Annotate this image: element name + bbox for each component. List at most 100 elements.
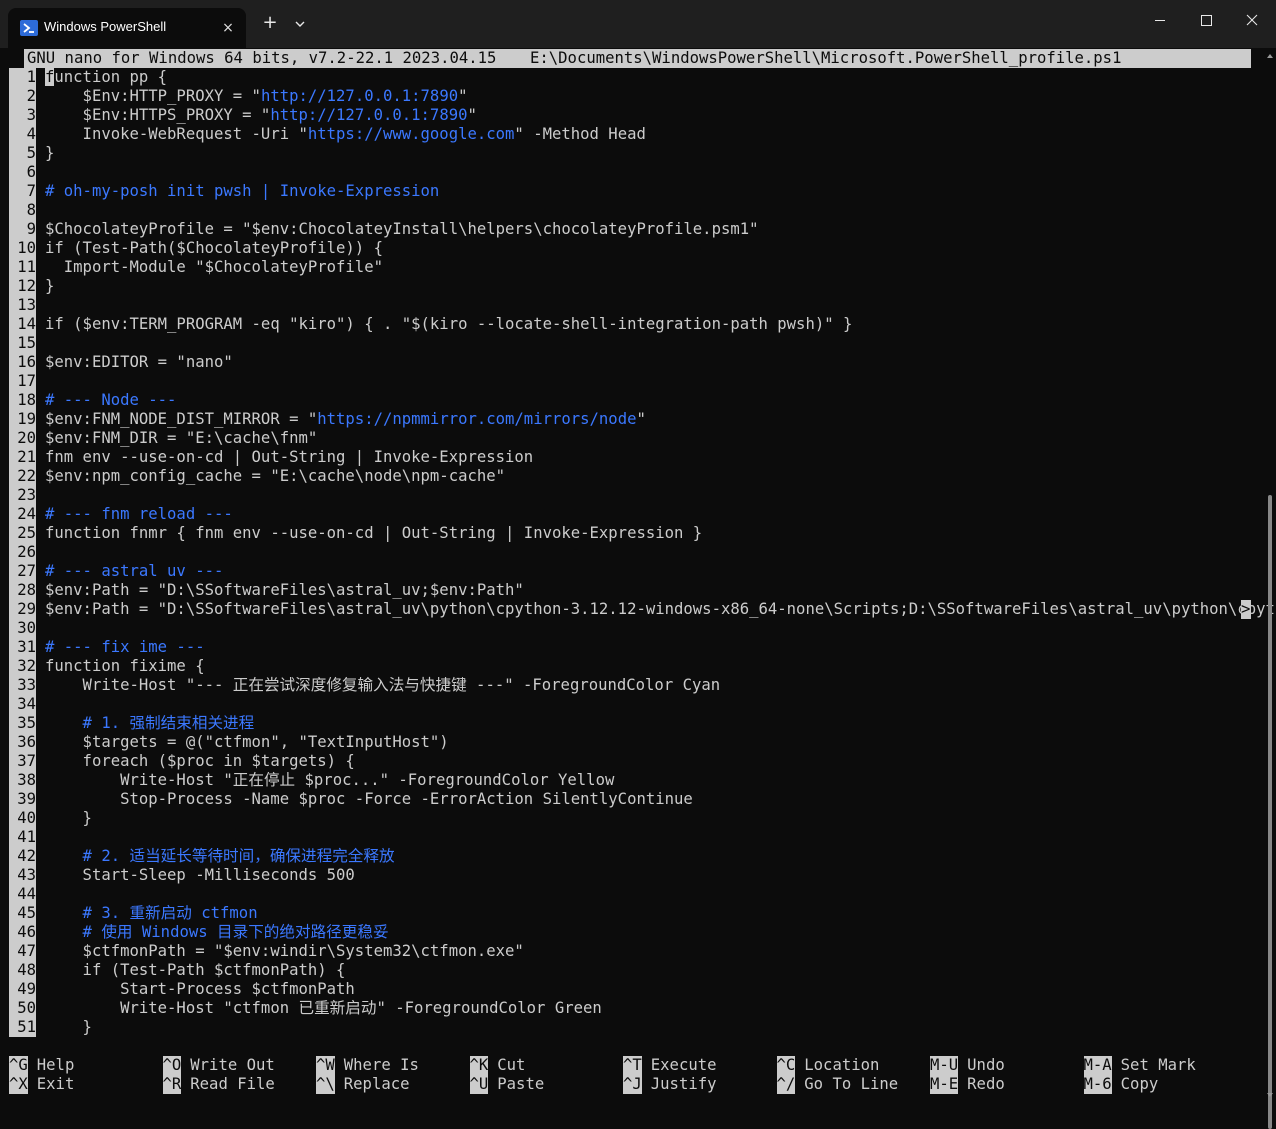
- line-number: 44: [17, 885, 36, 903]
- line-number: 6: [26, 163, 36, 181]
- code-text: $env:Path = "D:\SSoftwareFiles\astral_uv…: [45, 581, 524, 599]
- line-number: 20: [17, 429, 36, 447]
- shortcut-label: Justify: [650, 1075, 717, 1093]
- new-tab-button[interactable]: +: [258, 12, 282, 36]
- minimize-button[interactable]: [1137, 0, 1183, 42]
- code-line[interactable]: # --- fix ime ---: [45, 638, 205, 657]
- code-line[interactable]: }: [45, 144, 54, 163]
- code-line[interactable]: function fnmr { fnm env --use-on-cd | Ou…: [45, 524, 702, 543]
- code-line[interactable]: }: [45, 1018, 92, 1037]
- shortcut-label: Location: [804, 1056, 880, 1074]
- code-url: https://npmmirror.com/mirrors/node: [317, 410, 637, 428]
- code-line[interactable]: Write-Host "--- 正在尝试深度修复输入法与快捷键 ---" -Fo…: [45, 676, 721, 695]
- code-line[interactable]: # 1. 强制结束相关进程: [45, 714, 255, 733]
- shortcut-label: Undo: [967, 1056, 1005, 1074]
- scroll-up-icon[interactable]: [1266, 52, 1274, 60]
- code-comment: # 使用 Windows 目录下的绝对路径更稳妥: [45, 923, 389, 941]
- code-line[interactable]: # --- Node ---: [45, 391, 176, 410]
- code-line[interactable]: $ChocolateyProfile = "$env:ChocolateyIns…: [45, 220, 759, 239]
- code-text: $targets = @("ctfmon", "TextInputHost"): [45, 733, 449, 751]
- code-line[interactable]: fnm env --use-on-cd | Out-String | Invok…: [45, 448, 533, 467]
- shortcut-paste[interactable]: ^U Paste: [469, 1075, 545, 1094]
- shortcut-go-to-line[interactable]: ^/ Go To Line: [776, 1075, 898, 1094]
- shortcut-key: ^O: [162, 1056, 182, 1075]
- code-line[interactable]: Start-Process $ctfmonPath: [45, 980, 355, 999]
- code-text: Start-Process $ctfmonPath: [45, 980, 355, 998]
- shortcut-redo[interactable]: M-E Redo: [930, 1075, 1005, 1094]
- line-number: 5: [26, 144, 36, 162]
- code-line[interactable]: Write-Host "ctfmon 已重新启动" -ForegroundCol…: [45, 999, 602, 1018]
- shortcut-label: Cut: [497, 1056, 526, 1074]
- maximize-button[interactable]: [1183, 0, 1229, 42]
- shortcut-location[interactable]: ^C Location: [776, 1056, 880, 1075]
- code-line[interactable]: Invoke-WebRequest -Uri "https://www.goog…: [45, 125, 646, 144]
- code-line[interactable]: if (Test-Path $ctfmonPath) {: [45, 961, 346, 980]
- code-line[interactable]: # oh-my-posh init pwsh | Invoke-Expressi…: [45, 182, 439, 201]
- shortcut-label: Paste: [497, 1075, 545, 1093]
- code-line[interactable]: Start-Sleep -Milliseconds 500: [45, 866, 355, 885]
- scrollbar[interactable]: [1264, 48, 1276, 1129]
- code-line[interactable]: }: [45, 277, 54, 296]
- shortcut-set-mark[interactable]: M-A Set Mark: [1083, 1056, 1196, 1075]
- code-line[interactable]: Import-Module "$ChocolateyProfile": [45, 258, 383, 277]
- code-line[interactable]: foreach ($proc in $targets) {: [45, 752, 355, 771]
- code-line[interactable]: }: [45, 809, 92, 828]
- shortcut-key: ^K: [469, 1056, 489, 1075]
- code-line[interactable]: $env:EDITOR = "nano": [45, 353, 233, 372]
- line-number: 33: [17, 676, 36, 694]
- code-text: foreach ($proc in $targets) {: [45, 752, 355, 770]
- code-line[interactable]: $env:Path = "D:\SSoftwareFiles\astral_uv…: [45, 581, 524, 600]
- code-line[interactable]: function pp {: [45, 68, 167, 87]
- code-line[interactable]: $env:FNM_NODE_DIST_MIRROR = "https://npm…: [45, 410, 646, 429]
- line-number: 15: [17, 334, 36, 352]
- code-line[interactable]: $ctfmonPath = "$env:windir\System32\ctfm…: [45, 942, 524, 961]
- code-line[interactable]: $env:npm_config_cache = "E:\cache\node\n…: [45, 467, 505, 486]
- code-line[interactable]: Write-Host "正在停止 $proc..." -ForegroundCo…: [45, 771, 614, 790]
- shortcut-execute[interactable]: ^T Execute: [623, 1056, 717, 1075]
- code-line[interactable]: if (Test-Path($ChocolateyProfile)) {: [45, 239, 383, 258]
- code-text: if (Test-Path $ctfmonPath) {: [45, 961, 346, 979]
- tab-dropdown-button[interactable]: [288, 12, 312, 36]
- shortcut-key: ^C: [776, 1056, 796, 1075]
- shortcut-copy[interactable]: M-6 Copy: [1083, 1075, 1158, 1094]
- shortcut-where-is[interactable]: ^W Where Is: [316, 1056, 419, 1075]
- close-window-button[interactable]: [1229, 0, 1275, 42]
- line-number: 4: [26, 125, 36, 143]
- shortcut-undo[interactable]: M-U Undo: [930, 1056, 1005, 1075]
- code-line[interactable]: # --- astral uv ---: [45, 562, 223, 581]
- shortcut-key: ^X: [9, 1075, 28, 1094]
- code-line[interactable]: function fixime {: [45, 657, 205, 676]
- code-line[interactable]: $Env:HTTPS_PROXY = "http://127.0.0.1:789…: [45, 106, 477, 125]
- line-number: 11: [17, 258, 36, 276]
- shortcut-help[interactable]: ^G Help: [9, 1056, 74, 1075]
- code-text: Start-Sleep -Milliseconds 500: [45, 866, 355, 884]
- shortcut-write-out[interactable]: ^O Write Out: [162, 1056, 275, 1075]
- line-number: 8: [26, 201, 36, 219]
- tab-windows-powershell[interactable]: Windows PowerShell ×: [8, 8, 246, 48]
- code-line[interactable]: # --- fnm reload ---: [45, 505, 233, 524]
- shortcut-cut[interactable]: ^K Cut: [469, 1056, 526, 1075]
- scroll-thumb[interactable]: [1268, 495, 1272, 1129]
- code-line[interactable]: if ($env:TERM_PROGRAM -eq "kiro") { . "$…: [45, 315, 852, 334]
- code-line[interactable]: $Env:HTTP_PROXY = "http://127.0.0.1:7890…: [45, 87, 468, 106]
- code-line[interactable]: $env:FNM_DIR = "E:\cache\fnm": [45, 429, 317, 448]
- code-comment: # --- fix ime ---: [45, 638, 205, 656]
- code-line[interactable]: # 2. 适当延长等待时间，确保进程完全释放: [45, 847, 395, 866]
- shortcut-read-file[interactable]: ^R Read File: [162, 1075, 275, 1094]
- code-line[interactable]: Stop-Process -Name $proc -Force -ErrorAc…: [45, 790, 693, 809]
- code-text: Invoke-WebRequest -Uri ": [45, 125, 308, 143]
- shortcut-label: Execute: [650, 1056, 717, 1074]
- line-number: 13: [17, 296, 36, 314]
- code-line[interactable]: $env:Path = "D:\SSoftwareFiles\astral_uv…: [45, 600, 1276, 619]
- code-line[interactable]: # 使用 Windows 目录下的绝对路径更稳妥: [45, 923, 389, 942]
- scroll-down-icon[interactable]: [1266, 1091, 1274, 1099]
- shortcut-justify[interactable]: ^J Justify: [623, 1075, 717, 1094]
- line-number: 34: [17, 695, 36, 713]
- shortcut-key: ^/: [776, 1075, 796, 1094]
- tab-close-icon[interactable]: ×: [216, 16, 240, 40]
- code-line[interactable]: $targets = @("ctfmon", "TextInputHost"): [45, 733, 449, 752]
- code-line[interactable]: # 3. 重新启动 ctfmon: [45, 904, 258, 923]
- code-text: function fixime {: [45, 657, 205, 675]
- shortcut-replace[interactable]: ^\ Replace: [316, 1075, 410, 1094]
- shortcut-exit[interactable]: ^X Exit: [9, 1075, 74, 1094]
